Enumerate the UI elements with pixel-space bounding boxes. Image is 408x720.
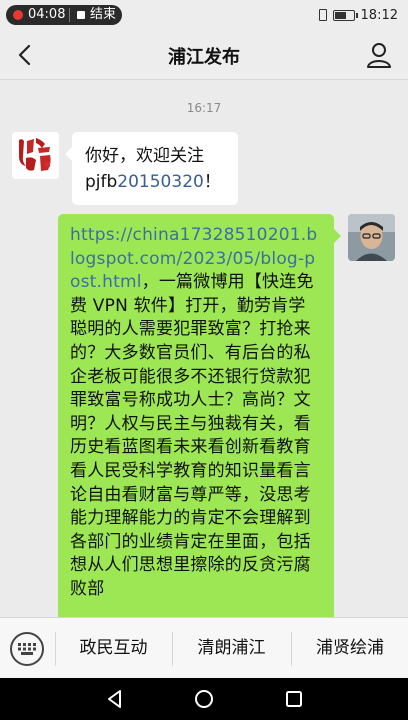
battery-icon [332, 9, 358, 21]
outgoing-message-bubble[interactable]: https://china17328510201.blogspot.com/20… [58, 214, 341, 617]
menu-item-clean-pujiang[interactable]: 清朗浦江 [173, 618, 290, 679]
menu-item-interaction[interactable]: 政民互动 [56, 618, 171, 679]
menu-item-pujiang-talents[interactable]: 浦贤绘浦 [292, 618, 408, 679]
vibrate-icon [318, 9, 327, 21]
status-bar: 04:08 结束 18:12 [0, 0, 408, 30]
nav-back-button[interactable] [104, 688, 126, 710]
keyboard-toggle-button[interactable] [10, 632, 44, 666]
user-avatar[interactable] [348, 214, 395, 261]
official-account-avatar[interactable] [12, 132, 59, 179]
person-icon [367, 43, 391, 68]
home-circle-icon [195, 690, 213, 708]
system-nav-bar [0, 678, 408, 720]
user-photo-icon [348, 214, 395, 261]
end-record-label[interactable]: 结束 [90, 7, 116, 23]
bottom-menu: 政民互动 清朗浦江 浦贤绘浦 [0, 617, 408, 678]
message-number-link[interactable]: 20150320 [117, 172, 204, 192]
profile-button[interactable] [364, 40, 394, 70]
message-text-suffix: ！ [203, 172, 221, 192]
message-body-text: ，一篇微博用【快连免费 VPN 软件】打开，勤劳肯学聪明的人需要犯罪致富？打抢来… [70, 272, 314, 599]
back-triangle-icon [108, 690, 121, 708]
record-divider [69, 8, 70, 22]
pujiang-logo-icon [12, 132, 59, 179]
title-bar: 浦江发布 [0, 30, 408, 80]
recent-square-icon [286, 691, 302, 707]
page-title: 浦江发布 [168, 47, 240, 68]
keyboard-icon [18, 643, 36, 655]
chat-area[interactable]: 16:17 你好，欢迎关注pjfb20150320！ https://china… [0, 81, 408, 617]
record-dot-icon [13, 10, 23, 20]
nav-home-button[interactable] [193, 688, 215, 710]
stop-icon [77, 11, 85, 19]
nav-recent-button[interactable] [283, 688, 305, 710]
screen-record-pill[interactable]: 04:08 结束 [6, 5, 122, 25]
record-time: 04:08 [28, 7, 66, 22]
status-clock: 18:12 [360, 7, 398, 23]
status-icons: 18:12 [318, 6, 398, 24]
message-timestamp: 16:17 [186, 101, 222, 115]
incoming-message-bubble[interactable]: 你好，欢迎关注pjfb20150320！ [65, 132, 238, 205]
